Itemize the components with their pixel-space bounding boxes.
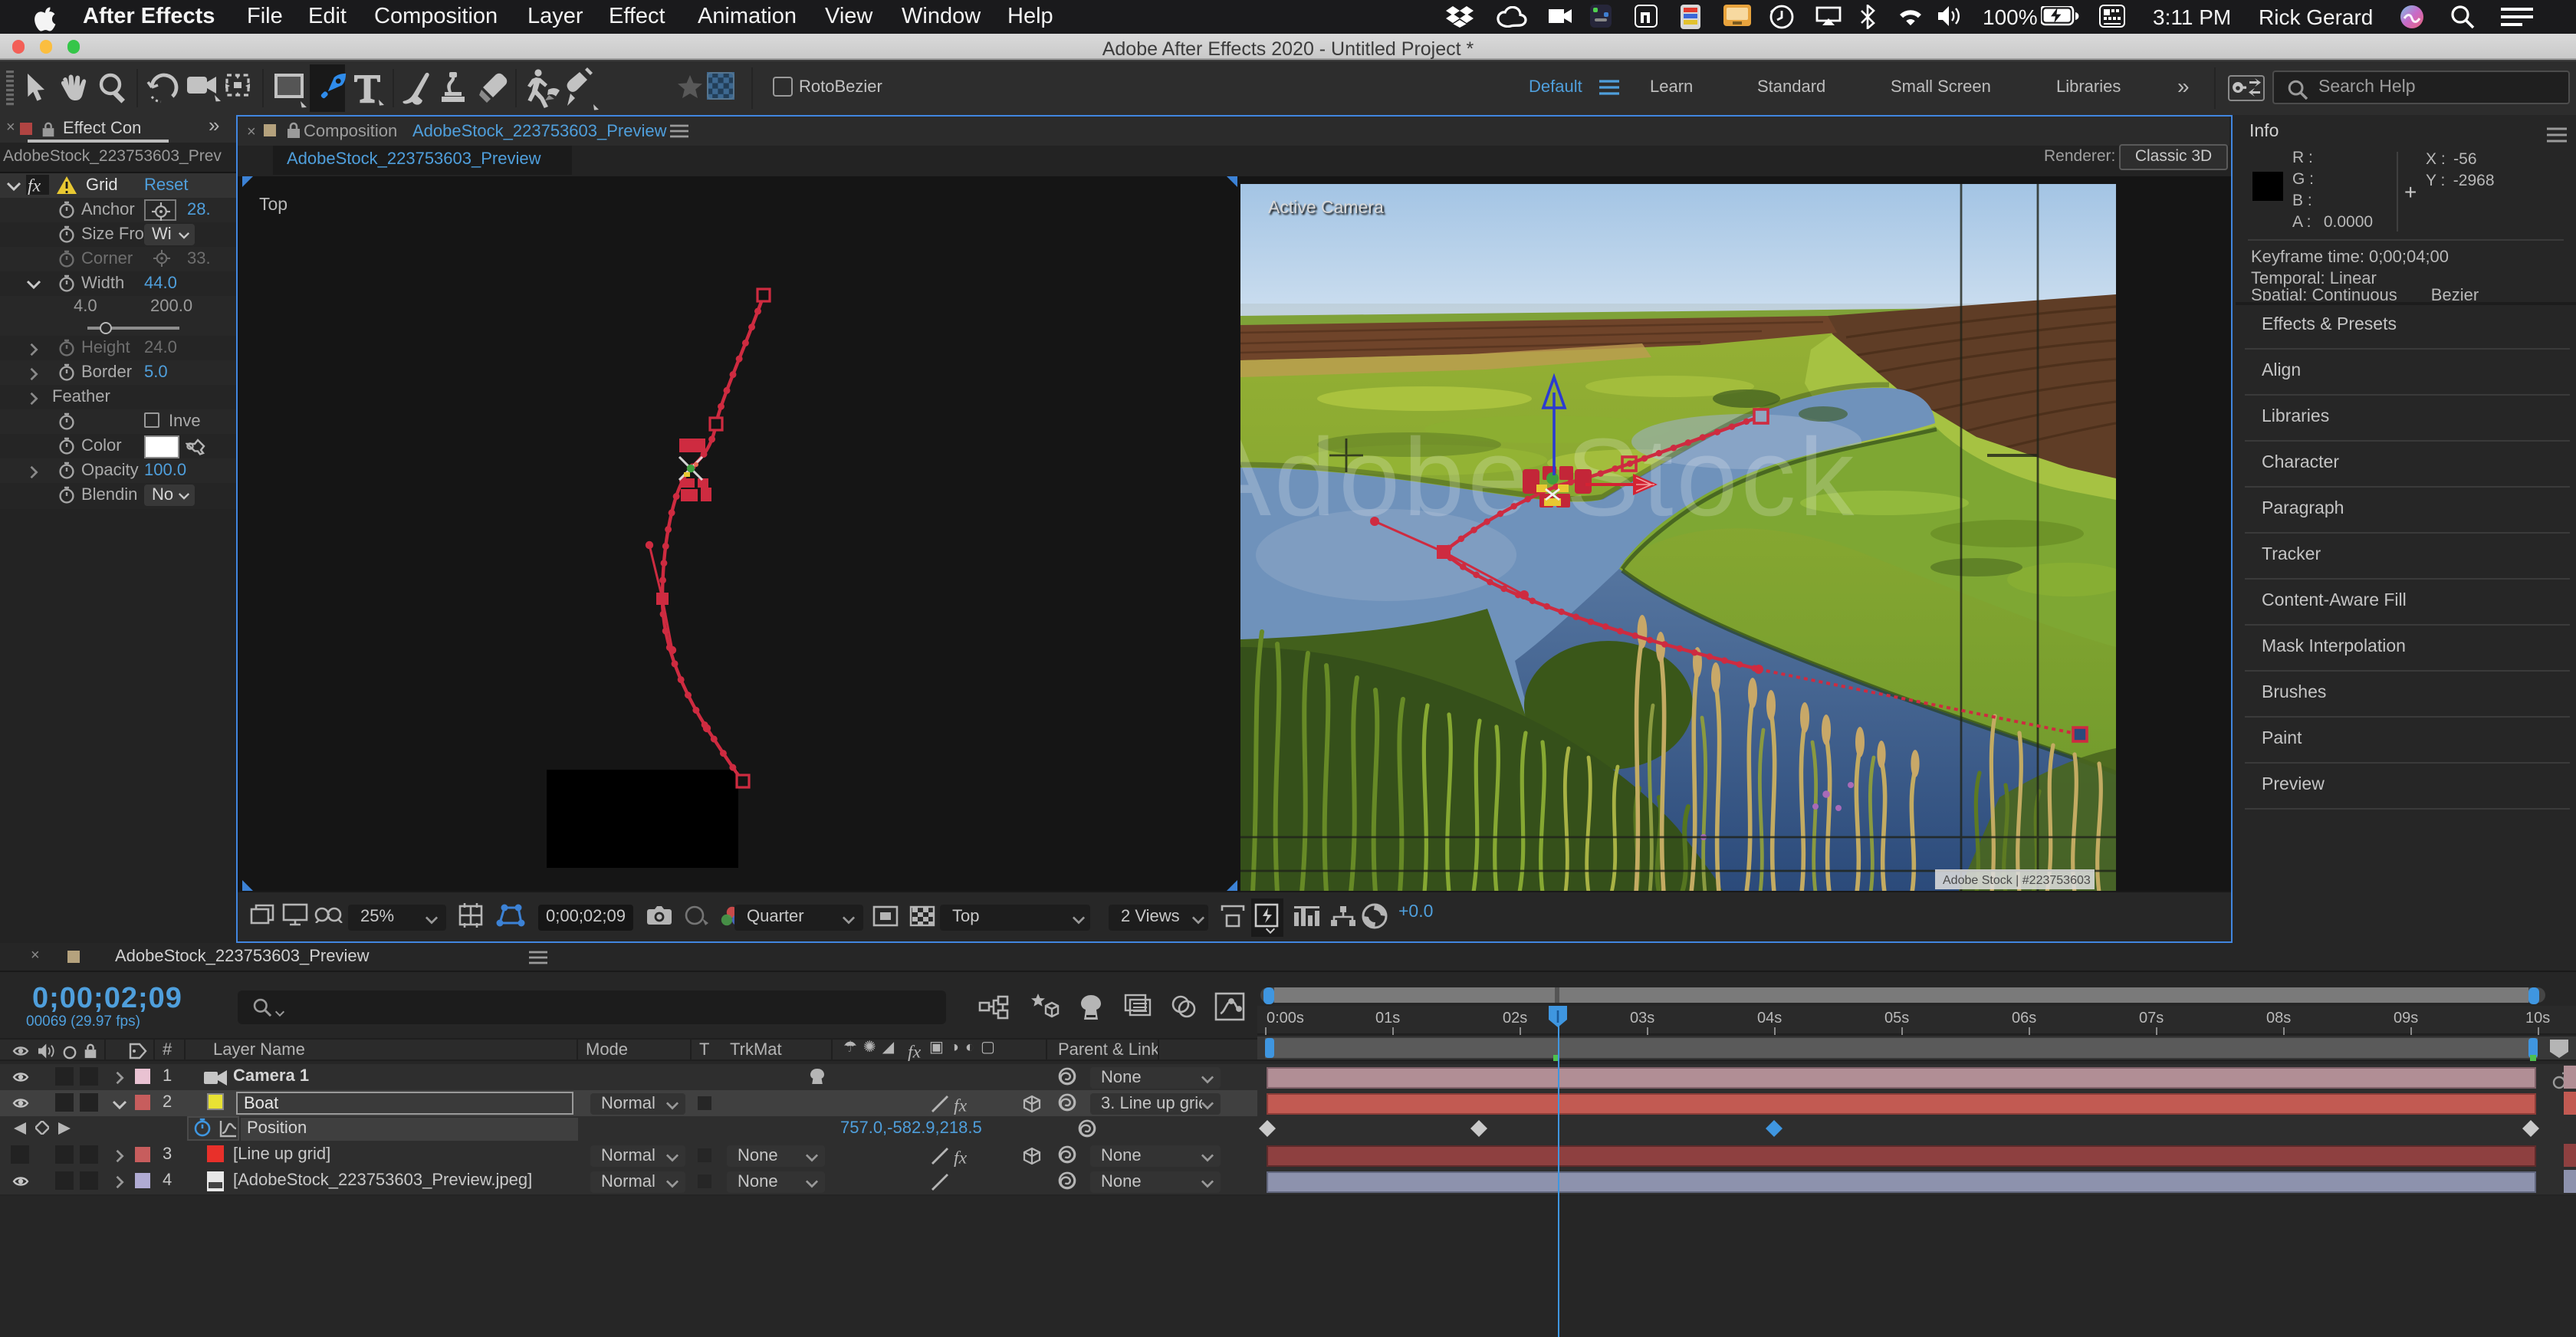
svg-text:Adobe Stock | #223753603: Adobe Stock | #223753603 [1942,874,2090,887]
svg-text:Top: Top [258,194,287,214]
